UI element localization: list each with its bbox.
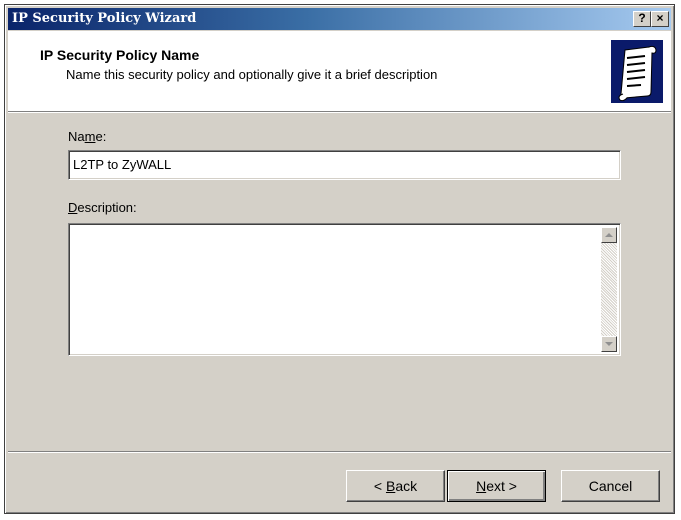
description-textarea[interactable] xyxy=(68,223,621,356)
page-subtitle: Name this security policy and optionally… xyxy=(66,67,438,82)
close-button[interactable]: × xyxy=(651,11,669,27)
arrow-down-icon xyxy=(605,342,613,346)
wizard-window: IP Security Policy Wizard ? × IP Securit… xyxy=(4,4,675,514)
scroll-document-icon xyxy=(611,40,663,103)
page-title: IP Security Policy Name xyxy=(40,47,200,63)
wizard-header: IP Security Policy Name Name this securi… xyxy=(8,31,671,112)
title-bar[interactable]: IP Security Policy Wizard ? × xyxy=(8,8,671,30)
scroll-down-button[interactable] xyxy=(601,336,617,352)
footer-divider-highlight xyxy=(8,452,671,453)
arrow-up-icon xyxy=(605,233,613,237)
cancel-button[interactable]: Cancel xyxy=(561,470,660,502)
help-button[interactable]: ? xyxy=(633,11,651,27)
description-label: Description: xyxy=(68,200,137,215)
description-scrollbar[interactable] xyxy=(601,227,617,352)
window-title: IP Security Policy Wizard xyxy=(12,11,197,26)
next-button[interactable]: Next > xyxy=(447,470,546,502)
name-label: Name: xyxy=(68,129,107,144)
scroll-up-button[interactable] xyxy=(601,227,617,243)
name-input[interactable]: L2TP to ZyWALL xyxy=(68,150,621,180)
header-divider xyxy=(8,112,671,113)
back-button[interactable]: < Back xyxy=(346,470,445,502)
